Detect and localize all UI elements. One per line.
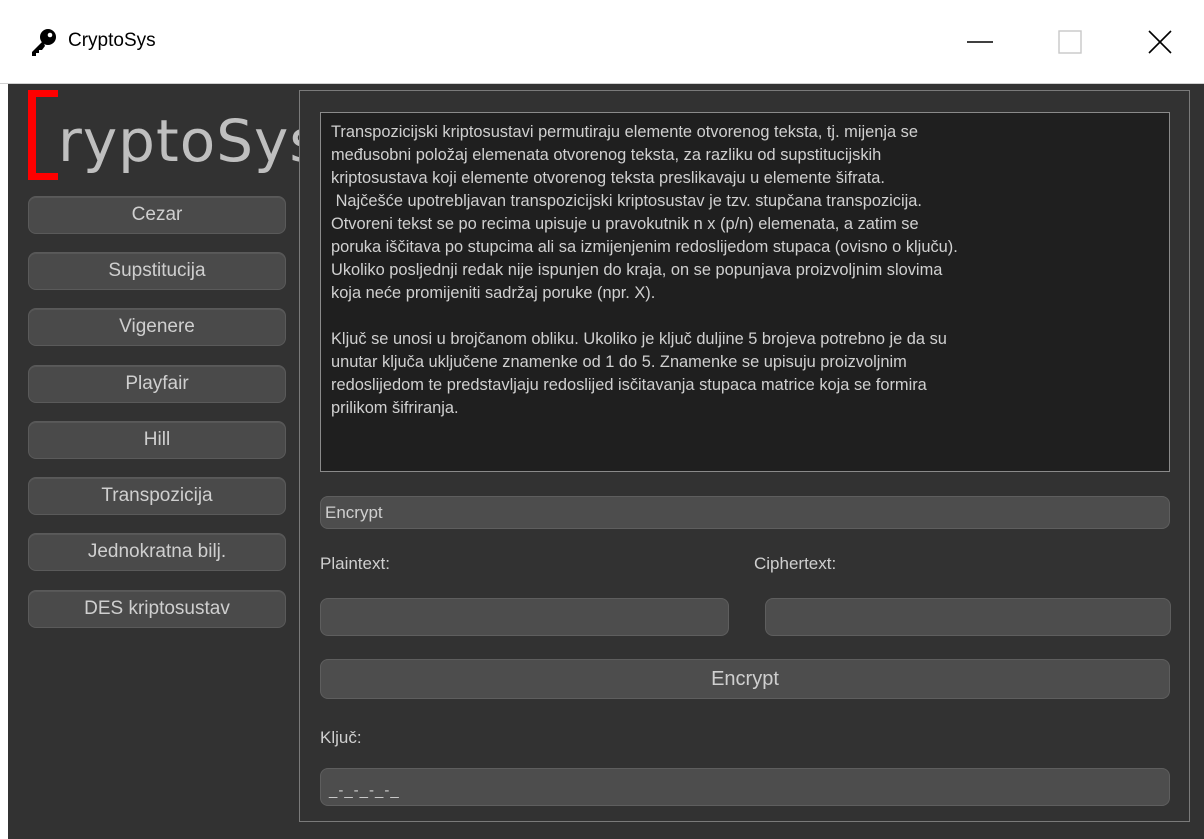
sidebar-item-des[interactable]: DES kriptosustav [28, 590, 286, 628]
ciphertext-label: Ciphertext: [754, 554, 837, 573]
key-label: Ključ: [320, 728, 362, 747]
sidebar-item-playfair[interactable]: Playfair [28, 365, 286, 403]
plaintext-label: Plaintext: [320, 554, 390, 573]
sidebar-item-jednokratna[interactable]: Jednokratna bilj. [28, 533, 286, 571]
mode-select[interactable]: Encrypt [320, 496, 1170, 529]
title-bar: CryptoSys [0, 0, 1204, 84]
encrypt-button[interactable]: Encrypt [320, 659, 1170, 699]
sidebar-item-cezar[interactable]: Cezar [28, 196, 286, 234]
maximize-icon[interactable] [1050, 22, 1090, 62]
description-text: Transpozicijski kriptosustavi permutiraj… [320, 112, 1170, 472]
key-icon [32, 29, 56, 56]
window-title: CryptoSys [68, 30, 156, 51]
ciphertext-field[interactable] [765, 598, 1171, 636]
close-icon[interactable] [1140, 22, 1180, 62]
logo-text: ryptoSys [58, 107, 321, 175]
sidebar-item-vigenere[interactable]: Vigenere [28, 308, 286, 346]
minimize-icon[interactable] [960, 22, 1000, 62]
sidebar-item-transpozicija[interactable]: Transpozicija [28, 477, 286, 515]
sidebar-item-hill[interactable]: Hill [28, 421, 286, 459]
key-field[interactable]: _-_-_-_-_ [320, 768, 1170, 806]
plaintext-field[interactable] [320, 598, 729, 636]
sidebar-item-supstitucija[interactable]: Supstitucija [28, 252, 286, 290]
